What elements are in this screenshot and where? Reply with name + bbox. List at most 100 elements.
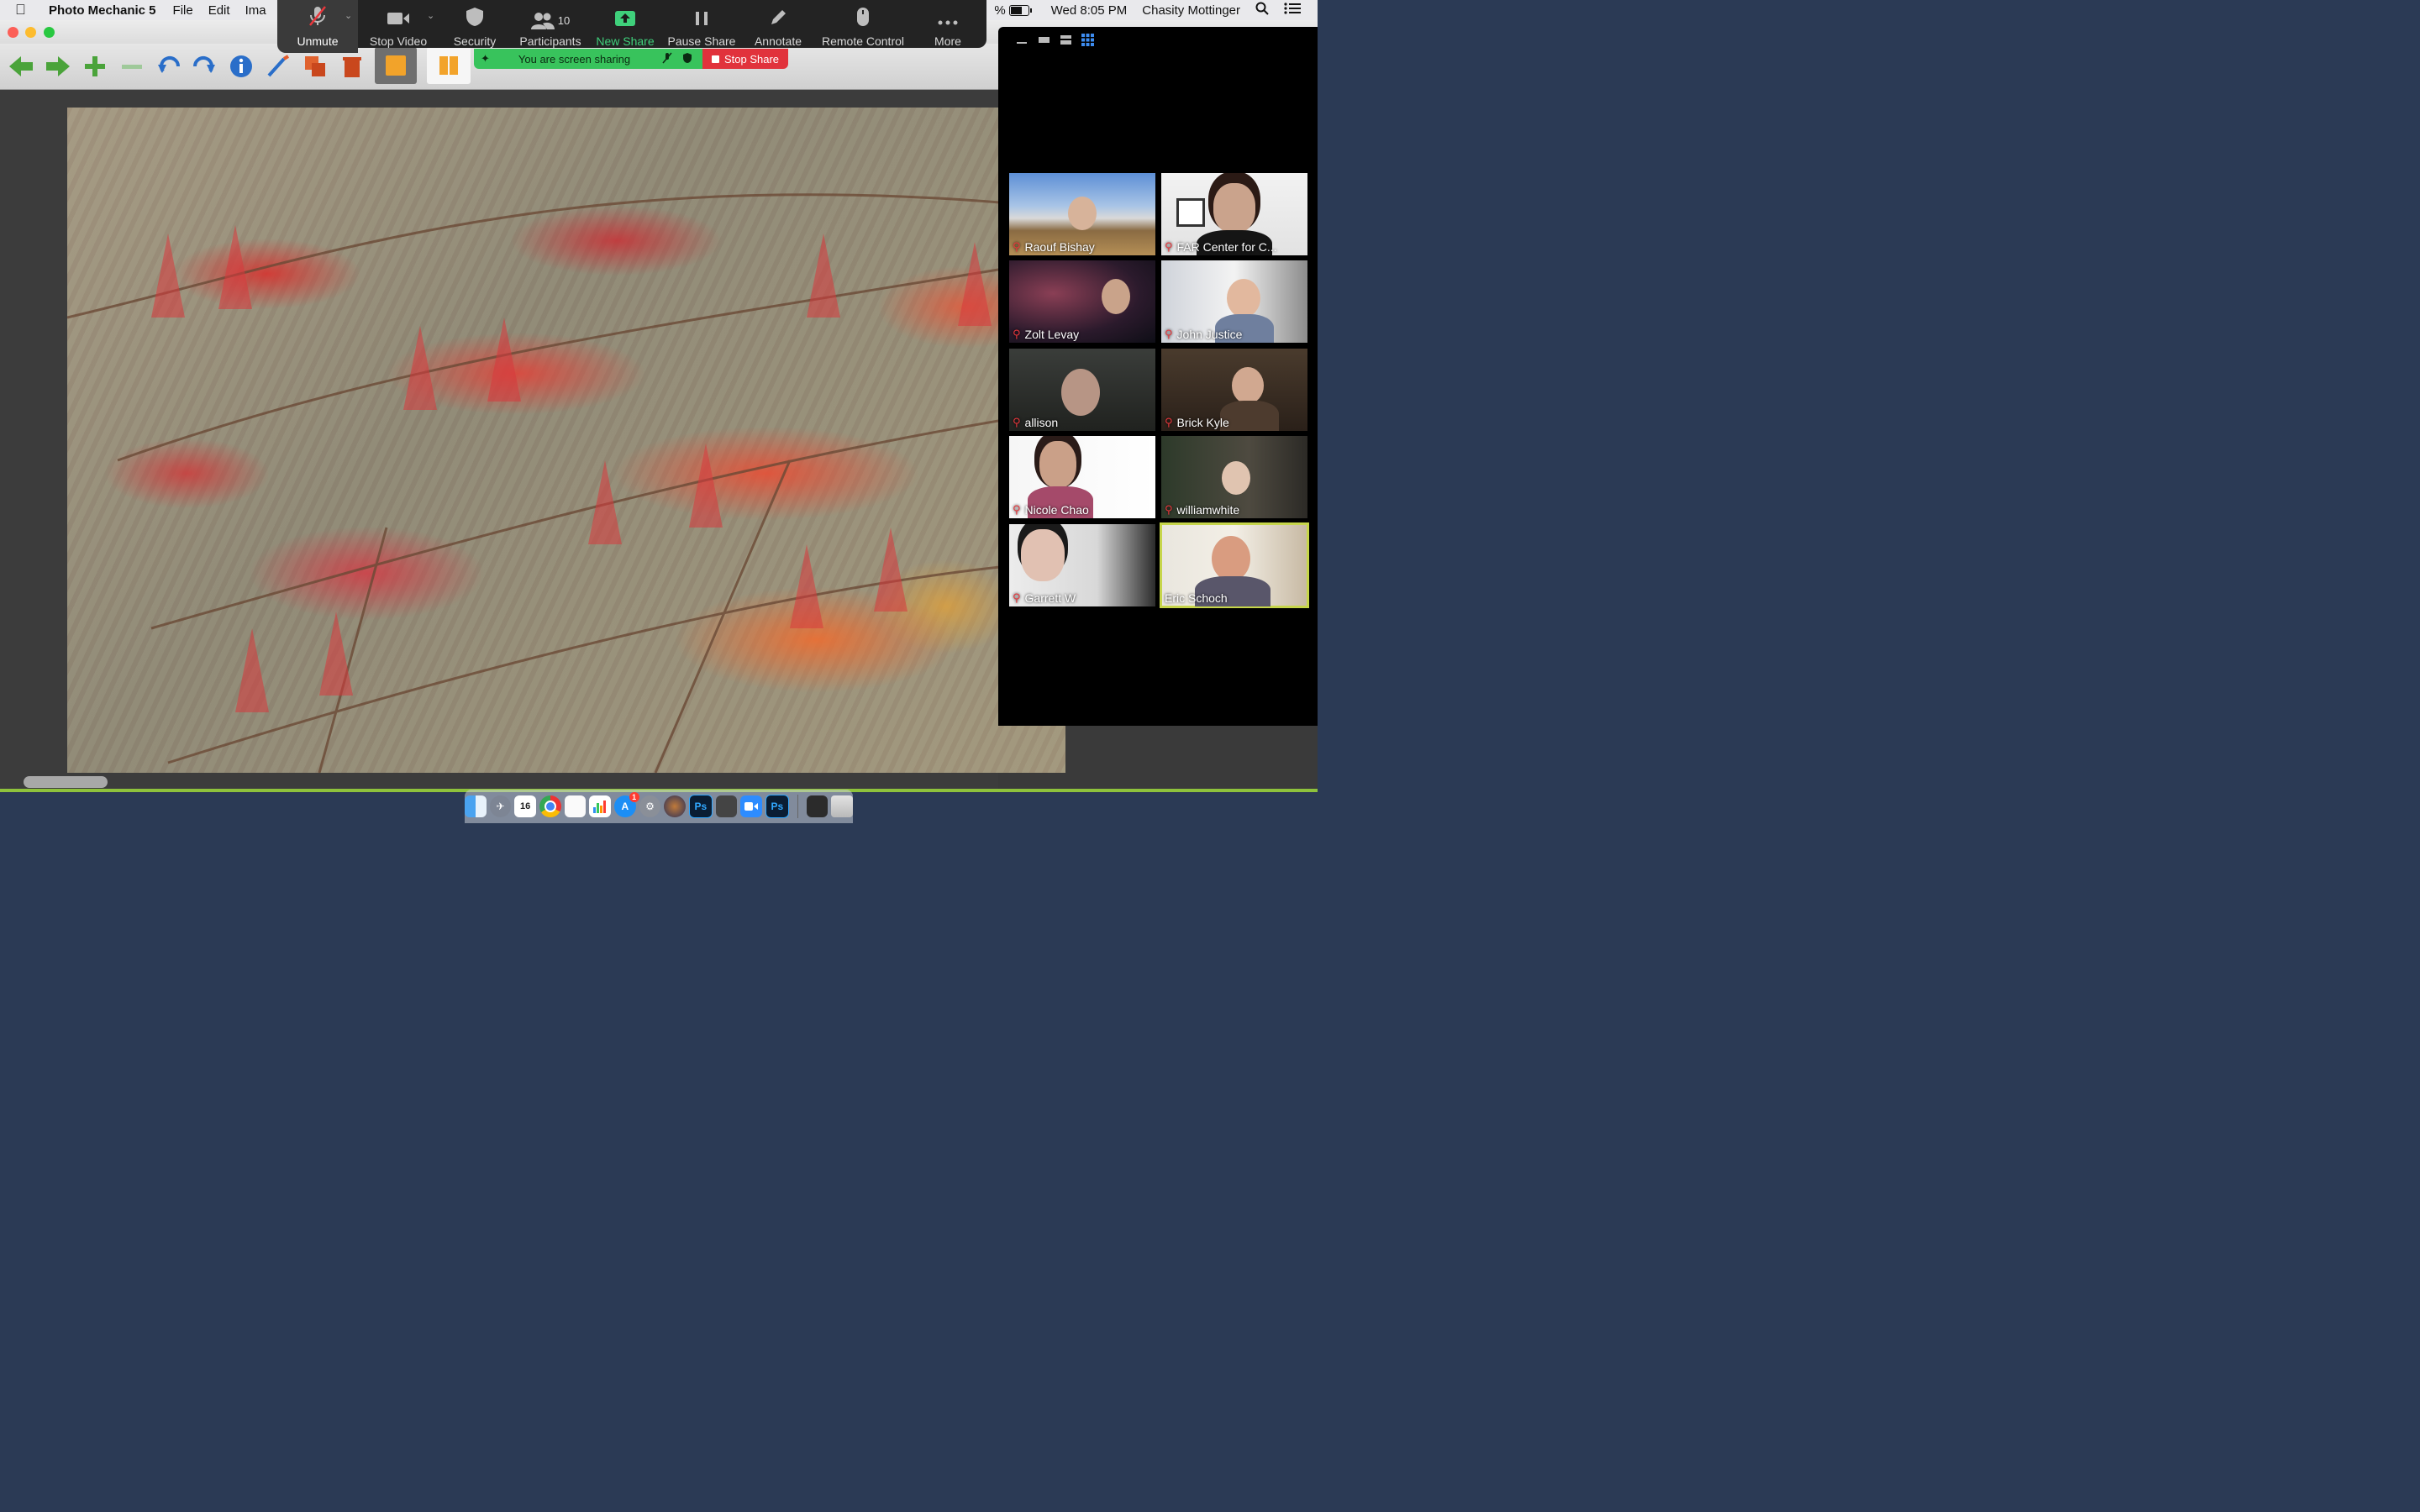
zoom-window-button[interactable] bbox=[44, 27, 55, 38]
stop-share-label: Stop Share bbox=[723, 52, 780, 66]
participant-tile[interactable]: ⚲ John Justice bbox=[1161, 260, 1307, 343]
participant-video bbox=[1232, 367, 1264, 404]
photoshop-label: Ps bbox=[694, 801, 708, 812]
security-label: Security bbox=[453, 34, 497, 48]
horizontal-scrollbar[interactable] bbox=[24, 776, 108, 788]
audio-options-chevron-icon[interactable]: ⌄ bbox=[345, 10, 352, 21]
app-store-icon[interactable]: A 1 bbox=[614, 792, 639, 817]
annotate-label: Annotate bbox=[754, 34, 802, 48]
battery-icon[interactable] bbox=[1008, 4, 1032, 16]
scanner-icon[interactable] bbox=[715, 795, 738, 817]
menu-edit[interactable]: Edit bbox=[208, 3, 230, 18]
participant-tile[interactable]: ⚲ FAR Center for C... bbox=[1161, 173, 1307, 255]
app-menu[interactable]: Photo Mechanic 5 bbox=[49, 3, 156, 18]
rotate-right-icon[interactable] bbox=[190, 52, 218, 81]
remove-icon[interactable] bbox=[118, 52, 146, 81]
menubar-user[interactable]: Chasity Mottinger bbox=[1142, 3, 1240, 18]
delete-trash-icon[interactable] bbox=[338, 52, 366, 81]
remote-control-button[interactable]: Remote Control bbox=[813, 0, 913, 53]
photoshop-label-2: Ps bbox=[771, 801, 784, 812]
participants-icon: 10 bbox=[530, 11, 570, 31]
participant-tile[interactable]: ⚲ Nicole Chao bbox=[1009, 436, 1155, 518]
speaker-strip-icon[interactable] bbox=[1037, 34, 1050, 45]
minimized-window-icon[interactable] bbox=[806, 795, 829, 817]
sumac-leaves-photo bbox=[67, 108, 1065, 773]
battery-percent: % bbox=[994, 3, 1006, 18]
share-screen-icon bbox=[614, 10, 636, 31]
video-options-chevron-icon[interactable]: ⌄ bbox=[427, 10, 434, 21]
share-grip-icon[interactable]: ✦ bbox=[481, 52, 490, 66]
spotlight-search-icon[interactable] bbox=[1255, 2, 1269, 18]
menu-image[interactable]: Ima bbox=[245, 3, 266, 18]
participant-video bbox=[1068, 197, 1097, 230]
participants-button[interactable]: 10 Participants bbox=[511, 0, 590, 53]
minimize-view-icon[interactable] bbox=[1015, 34, 1028, 45]
muted-mic-icon: ⚲ bbox=[1013, 328, 1021, 340]
calendar-icon[interactable]: 16 bbox=[514, 795, 536, 817]
stop-video-button[interactable]: Stop Video ⌄ bbox=[358, 0, 439, 53]
security-button[interactable]: Security bbox=[439, 0, 511, 53]
participant-tile-active-speaker[interactable]: Eric Schoch bbox=[1160, 522, 1309, 608]
apple-menu-icon[interactable]:  bbox=[15, 2, 37, 18]
trash-icon[interactable] bbox=[831, 795, 854, 817]
participant-video bbox=[1227, 279, 1260, 318]
photo-mechanic-icon[interactable] bbox=[664, 795, 687, 817]
more-dots-icon bbox=[938, 11, 958, 31]
participant-video bbox=[1102, 279, 1130, 314]
participants-label: Participants bbox=[519, 34, 581, 48]
participant-tile[interactable]: ⚲ Garrett W bbox=[1009, 524, 1155, 606]
stop-share-button[interactable]: Stop Share bbox=[702, 49, 788, 69]
chrome-icon[interactable] bbox=[539, 795, 561, 817]
pause-share-label: Pause Share bbox=[667, 34, 736, 48]
pencil-icon bbox=[769, 8, 787, 31]
participant-name: Eric Schoch bbox=[1165, 591, 1228, 605]
participant-tile[interactable]: ⚲ Raouf Bishay bbox=[1009, 173, 1155, 255]
muted-mic-icon: ⚲ bbox=[1013, 416, 1021, 428]
zoom-app-icon[interactable] bbox=[740, 795, 763, 817]
menu-file[interactable]: File bbox=[173, 3, 193, 18]
launchpad-icon[interactable]: ✈ bbox=[489, 795, 512, 817]
pause-icon bbox=[694, 10, 709, 31]
copy-icon[interactable] bbox=[301, 52, 329, 81]
more-button[interactable]: More bbox=[913, 0, 983, 53]
muted-mic-icon: ⚲ bbox=[1013, 240, 1021, 253]
notes-icon[interactable] bbox=[564, 795, 587, 817]
minimize-window-button[interactable] bbox=[25, 27, 36, 38]
participant-name: Garrett W bbox=[1024, 591, 1076, 605]
finder-icon[interactable] bbox=[464, 795, 487, 817]
edit-pen-icon[interactable] bbox=[264, 52, 292, 81]
participant-tile[interactable]: ⚲ williamwhite bbox=[1161, 436, 1307, 518]
close-window-button[interactable] bbox=[8, 27, 18, 38]
participant-tile[interactable]: ⚲ allison bbox=[1009, 349, 1155, 431]
calendar-day: 16 bbox=[520, 801, 531, 811]
unmute-button[interactable]: Unmute ⌄ bbox=[277, 0, 358, 53]
photoshop-icon-2[interactable]: Ps bbox=[765, 795, 789, 818]
annotate-button[interactable]: Annotate bbox=[743, 0, 813, 53]
stop-video-label: Stop Video bbox=[369, 34, 428, 48]
dock-divider bbox=[797, 795, 798, 818]
participant-name: Raouf Bishay bbox=[1024, 240, 1095, 254]
previous-photo-icon[interactable] bbox=[7, 52, 35, 81]
participant-video bbox=[1061, 369, 1100, 416]
participant-name: Zolt Levay bbox=[1024, 328, 1080, 341]
menubar-clock[interactable]: Wed 8:05 PM bbox=[1051, 3, 1128, 18]
new-share-button[interactable]: New Share bbox=[590, 0, 660, 53]
add-icon[interactable] bbox=[81, 52, 109, 81]
info-icon[interactable] bbox=[227, 52, 255, 81]
participant-tile[interactable]: ⚲ Brick Kyle bbox=[1161, 349, 1307, 431]
notification-center-icon[interactable] bbox=[1284, 3, 1301, 18]
pause-share-button[interactable]: Pause Share bbox=[660, 0, 743, 53]
rotate-left-icon[interactable] bbox=[155, 52, 183, 81]
remote-control-label: Remote Control bbox=[821, 34, 905, 48]
system-preferences-icon[interactable]: ⚙ bbox=[639, 795, 661, 817]
participant-video bbox=[1021, 529, 1065, 581]
participant-tile[interactable]: ⚲ Zolt Levay bbox=[1009, 260, 1155, 343]
numbers-icon[interactable] bbox=[589, 795, 611, 817]
screen-sharing-banner: ✦ You are screen sharing Stop Share bbox=[474, 49, 788, 69]
gallery-view-icon[interactable] bbox=[1081, 33, 1094, 46]
participant-name: Brick Kyle bbox=[1176, 416, 1229, 429]
photoshop-icon[interactable]: Ps bbox=[689, 795, 713, 818]
sharing-status: ✦ You are screen sharing bbox=[474, 49, 702, 69]
next-photo-icon[interactable] bbox=[44, 52, 72, 81]
speaker-view-icon[interactable] bbox=[1059, 34, 1072, 45]
